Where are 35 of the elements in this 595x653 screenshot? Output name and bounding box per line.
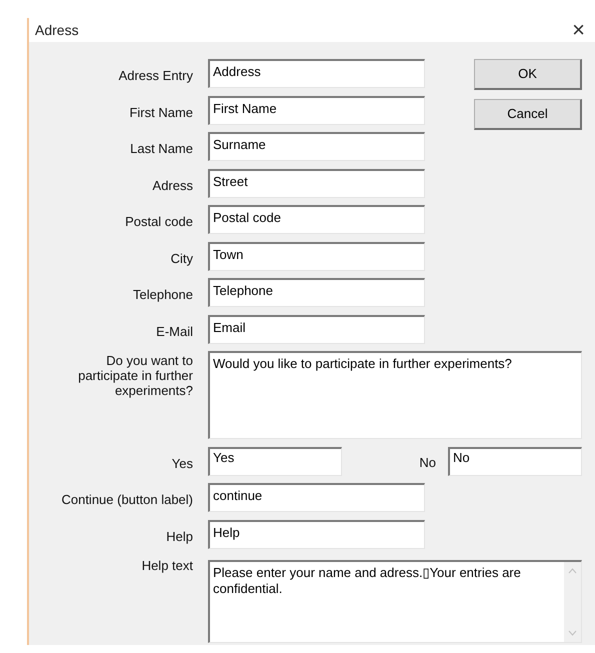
field-label: City: [170, 250, 193, 266]
text-field[interactable]: No: [448, 446, 582, 476]
field-label: Help: [165, 528, 193, 544]
text-area[interactable]: Please enter your name and adress.▯Your entries are confidential.: [208, 560, 582, 643]
dialog-button[interactable]: Cancel: [474, 99, 582, 130]
field-label: Last Name: [129, 141, 193, 156]
field-label: Adress Entry: [118, 68, 193, 83]
text-field[interactable]: Email: [208, 314, 425, 344]
field-label: No: [419, 454, 436, 472]
text-field[interactable]: Telephone: [208, 278, 425, 307]
scrollbar[interactable]: [564, 562, 581, 642]
field-label: Do you want to participate in further experiments?: [77, 353, 193, 398]
field-label: Adress: [152, 178, 193, 192]
text-field[interactable]: Town: [208, 242, 425, 270]
scroll-down-icon[interactable]: [568, 630, 577, 636]
field-label: Yes: [170, 456, 193, 470]
text-field[interactable]: First Name: [208, 96, 425, 124]
text-field[interactable]: Street: [208, 168, 425, 198]
scroll-up-icon[interactable]: [568, 568, 577, 574]
text-field[interactable]: Yes: [208, 446, 342, 476]
window-title: Adress: [35, 20, 79, 40]
field-label: E-Mail: [155, 324, 193, 338]
text-field[interactable]: Address: [208, 59, 425, 88]
text-field[interactable]: Postal code: [208, 205, 425, 234]
field-label: Help text: [140, 558, 193, 573]
field-label: Continue (button label): [60, 492, 193, 507]
dialog-button[interactable]: OK: [474, 59, 582, 90]
close-button[interactable]: ×: [572, 19, 585, 41]
field-label: First Name: [128, 104, 193, 120]
text-field[interactable]: Surname: [208, 132, 425, 161]
field-label: Postal code: [124, 214, 193, 229]
text-area[interactable]: Would you like to participate in further experiments?: [208, 351, 582, 439]
text-field[interactable]: continue: [208, 483, 425, 512]
field-label: Telephone: [132, 287, 193, 302]
text-field[interactable]: Help: [208, 520, 425, 548]
